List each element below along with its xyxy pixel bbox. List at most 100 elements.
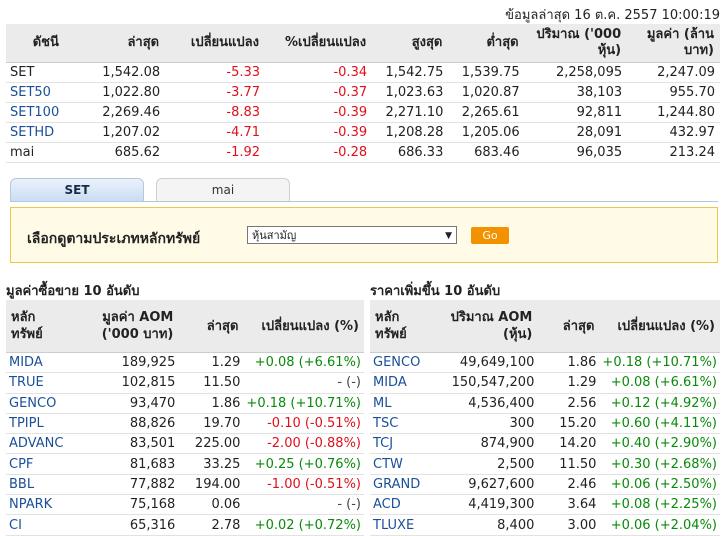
col-low: ต่ำสุด: [448, 24, 525, 63]
symbol-link[interactable]: GENCO: [370, 352, 433, 374]
col-change: เปลี่ยนแปลง: [165, 24, 266, 63]
top-value-title: มูลค่าซื้อขาย 10 อันดับ: [6, 284, 140, 299]
row-last: 3.64: [537, 494, 600, 516]
row-change: +0.18 (+10.71%): [599, 352, 720, 374]
index-volume: 92,811: [524, 102, 628, 123]
row-last: 225.00: [178, 433, 244, 455]
col-symbol: หลัก ทรัพย์: [6, 300, 74, 353]
row-last: 1.29: [537, 372, 600, 394]
index-name[interactable]: mai: [6, 142, 86, 163]
index-value: 432.97: [627, 122, 720, 143]
col-index: ดัชนี: [6, 24, 86, 63]
symbol-link[interactable]: NPARK: [6, 494, 74, 516]
row-amount: 2,500: [432, 453, 538, 475]
symbol-link[interactable]: TLUXE: [370, 514, 433, 536]
col-last: ล่าสุด: [178, 300, 244, 353]
row-last: 2.56: [537, 393, 600, 414]
row-last: 14.20: [537, 433, 600, 455]
table-row: MIDA 150,547,200 1.29 +0.08 (+6.61%): [370, 372, 720, 394]
symbol-link[interactable]: TRUE: [6, 372, 74, 394]
symbol-link[interactable]: MIDA: [370, 372, 433, 394]
top-gain-title: ราคาเพิ่มขึ้น 10 อันดับ: [370, 284, 501, 299]
table-row: ADVANC 83,501 225.00 -2.00 (-0.88%): [6, 433, 364, 455]
symbol-link[interactable]: BBL: [6, 474, 74, 496]
table-row: MIDA 189,925 1.29 +0.08 (+6.61%): [6, 352, 364, 374]
row-amount: 4,419,300: [432, 494, 538, 516]
row-change: +0.06 (+2.04%): [599, 514, 720, 536]
row-last: 11.50: [178, 372, 244, 394]
table-row: TLUXE 8,400 3.00 +0.06 (+2.04%): [370, 514, 720, 536]
row-amount: 88,826: [73, 413, 179, 435]
index-change: -3.77: [165, 82, 266, 103]
row-last: 3.00: [537, 514, 600, 536]
symbol-link[interactable]: GRAND: [370, 474, 433, 496]
row-last: 194.00: [178, 474, 244, 496]
row-change: +0.25 (+0.76%): [243, 453, 364, 475]
index-name[interactable]: SET100: [6, 102, 86, 123]
symbol-link[interactable]: CI: [6, 514, 74, 536]
row-last: 2.46: [537, 474, 600, 496]
row-change: +0.08 (+6.61%): [243, 352, 364, 374]
index-high: 686.33: [372, 142, 449, 163]
symbol-link[interactable]: TCJ: [370, 433, 433, 455]
table-row: CI 65,316 2.78 +0.02 (+0.72%): [6, 514, 364, 536]
go-button[interactable]: Go: [471, 227, 509, 244]
dropdown-arrow-icon: ▼: [445, 231, 452, 241]
row-last: 0.06: [178, 494, 244, 516]
symbol-link[interactable]: ML: [370, 393, 433, 414]
security-type-select[interactable]: หุ้นสามัญ ▼: [247, 226, 457, 244]
symbol-link[interactable]: MIDA: [6, 352, 74, 374]
row-amount: 300: [432, 413, 538, 435]
symbol-link[interactable]: ADVANC: [6, 433, 74, 455]
index-low: 1,539.75: [448, 62, 525, 83]
symbol-link[interactable]: TSC: [370, 413, 433, 435]
index-high: 1,023.63: [372, 82, 449, 103]
index-change: -8.83: [165, 102, 266, 123]
top-gain-table: หลัก ทรัพย์ ปริมาณ AOM (หุ้น) ล่าสุด เปล…: [370, 300, 720, 536]
row-change: +0.02 (+0.72%): [243, 514, 364, 536]
index-low: 2,265.61: [448, 102, 525, 123]
tab-underline: [10, 201, 718, 202]
table-row: BBL 77,882 194.00 -1.00 (-0.51%): [6, 474, 364, 496]
row-change: -2.00 (-0.88%): [243, 433, 364, 455]
index-row: SET 1,542.08 -5.33 -0.34 1,542.75 1,539.75 2,2…: [6, 62, 720, 83]
index-last: 685.62: [85, 142, 166, 163]
row-change: +0.40 (+2.90%): [599, 433, 720, 455]
index-value: 955.70: [627, 82, 720, 103]
row-change: +0.18 (+10.71%): [243, 393, 364, 414]
index-low: 1,020.87: [448, 82, 525, 103]
symbol-link[interactable]: ACD: [370, 494, 433, 516]
row-amount: 9,627,600: [432, 474, 538, 496]
index-name[interactable]: SET: [6, 62, 86, 83]
index-volume: 38,103: [524, 82, 628, 103]
table-row: GENCO 49,649,100 1.86 +0.18 (+10.71%): [370, 352, 720, 374]
table-row: ML 4,536,400 2.56 +0.12 (+4.92%): [370, 393, 720, 414]
row-last: 19.70: [178, 413, 244, 435]
row-change: - (-): [243, 372, 364, 394]
symbol-link[interactable]: TPIPL: [6, 413, 74, 435]
index-last: 2,269.46: [85, 102, 166, 123]
symbol-link[interactable]: CTW: [370, 453, 433, 475]
top-value-header: หลัก ทรัพย์ มูลค่า AOM ('000 บาท) ล่าสุด…: [6, 300, 364, 353]
symbol-link[interactable]: GENCO: [6, 393, 74, 414]
tab-set[interactable]: SET: [10, 178, 144, 202]
tab-mai[interactable]: mai: [156, 178, 290, 202]
index-pct-change: -0.34: [265, 62, 373, 83]
row-change: - (-): [243, 494, 364, 516]
symbol-link[interactable]: CPF: [6, 453, 74, 475]
index-high: 1,542.75: [372, 62, 449, 83]
top-value-table: หลัก ทรัพย์ มูลค่า AOM ('000 บาท) ล่าสุด…: [6, 300, 364, 536]
index-name[interactable]: SETHD: [6, 122, 86, 143]
filter-label: เลือกดูตามประเภทหลักทรัพย์: [27, 231, 201, 247]
row-amount: 75,168: [73, 494, 179, 516]
top-gain-header: หลัก ทรัพย์ ปริมาณ AOM (หุ้น) ล่าสุด เปล…: [370, 300, 720, 353]
index-name[interactable]: SET50: [6, 82, 86, 103]
table-row: GRAND 9,627,600 2.46 +0.06 (+2.50%): [370, 474, 720, 496]
index-row: SETHD 1,207.02 -4.71 -0.39 1,208.28 1,205.06 2…: [6, 122, 720, 143]
table-row: CPF 81,683 33.25 +0.25 (+0.76%): [6, 453, 364, 475]
row-last: 11.50: [537, 453, 600, 475]
index-pct-change: -0.39: [265, 102, 373, 123]
row-change: +0.60 (+4.11%): [599, 413, 720, 435]
row-change: +0.08 (+2.25%): [599, 494, 720, 516]
index-row: SET100 2,269.46 -8.83 -0.39 2,271.10 2,265.61…: [6, 102, 720, 123]
